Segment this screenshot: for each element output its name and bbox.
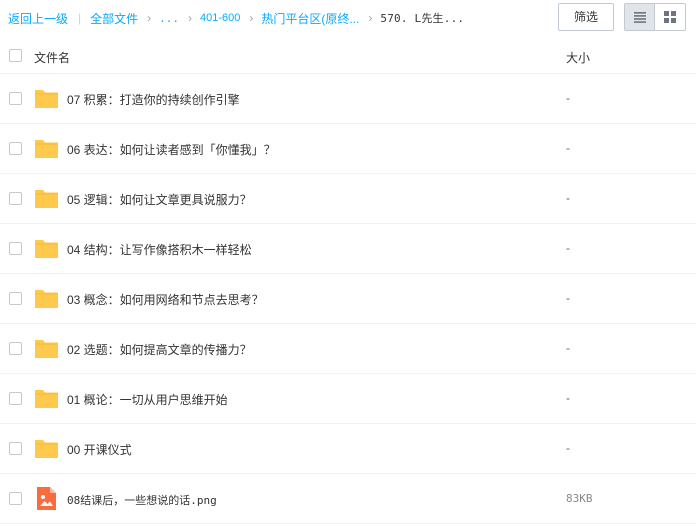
column-header-size[interactable]: 大小: [566, 49, 590, 66]
folder-icon: [35, 90, 58, 108]
chevron-right-icon: ›: [249, 11, 254, 25]
file-row[interactable]: 01 概论：一切从用户思维开始 -: [0, 374, 696, 424]
grid-view-icon: [664, 11, 676, 23]
row-checkbox[interactable]: [9, 492, 22, 505]
row-checkbox[interactable]: [9, 292, 22, 305]
breadcrumb-all-files[interactable]: 全部文件: [90, 10, 138, 27]
list-view-button[interactable]: [625, 4, 655, 30]
file-row[interactable]: 04 结构：让写作像搭积木一样轻松 -: [0, 224, 696, 274]
file-size: -: [566, 391, 570, 405]
file-name[interactable]: 06 表达：如何让读者感到「你懂我」？: [67, 141, 276, 158]
image-file-icon: [37, 487, 56, 510]
file-name[interactable]: 00 开课仪式: [67, 441, 132, 458]
breadcrumb: 返回上一级 | 全部文件 › ... › 401-600 › 热门平台区(原终.…: [8, 10, 464, 26]
folder-icon: [35, 190, 58, 208]
row-checkbox[interactable]: [9, 242, 22, 255]
row-checkbox[interactable]: [9, 92, 22, 105]
file-row[interactable]: 07 积累：打造你的持续创作引擎 -: [0, 74, 696, 124]
top-toolbar: 返回上一级 | 全部文件 › ... › 401-600 › 热门平台区(原终.…: [0, 0, 696, 38]
folder-icon: [35, 240, 58, 258]
file-name[interactable]: 08结课后，一些想说的话.png: [67, 492, 217, 508]
breadcrumb-separator: |: [78, 11, 82, 25]
file-size: -: [566, 91, 570, 105]
folder-icon: [35, 340, 58, 358]
file-size: -: [566, 341, 570, 355]
folder-icon: [35, 290, 58, 308]
file-list: 07 积累：打造你的持续创作引擎 -06 表达：如何让读者感到「你懂我」？ -05 …: [0, 74, 696, 524]
file-row[interactable]: 02 选题：如何提高文章的传播力？ -: [0, 324, 696, 374]
row-checkbox[interactable]: [9, 142, 22, 155]
file-row[interactable]: 06 表达：如何让读者感到「你懂我」？ -: [0, 124, 696, 174]
file-size: -: [566, 191, 570, 205]
filter-button[interactable]: 筛选: [558, 3, 614, 31]
chevron-right-icon: ›: [188, 11, 193, 25]
folder-icon: [35, 440, 58, 458]
file-size: -: [566, 441, 570, 455]
column-header-name[interactable]: 文件名: [34, 49, 70, 66]
file-row[interactable]: 05 逻辑：如何让文章更具说服力？ -: [0, 174, 696, 224]
file-size: -: [566, 291, 570, 305]
grid-view-button[interactable]: [655, 4, 685, 30]
file-size: -: [566, 141, 570, 155]
table-header: 文件名 大小: [0, 38, 696, 74]
list-view-icon: [633, 11, 646, 23]
file-size: 83KB: [566, 492, 593, 505]
file-row[interactable]: 03 概念：如何用网络和节点去思考？ -: [0, 274, 696, 324]
breadcrumb-item-401-600[interactable]: 401-600: [200, 12, 240, 24]
folder-icon: [35, 140, 58, 158]
chevron-right-icon: ›: [147, 11, 152, 25]
back-link[interactable]: 返回上一级: [8, 10, 68, 27]
row-checkbox[interactable]: [9, 442, 22, 455]
breadcrumb-current: 570. L先生...: [380, 12, 465, 25]
row-checkbox[interactable]: [9, 342, 22, 355]
folder-icon: [35, 390, 58, 408]
file-size: -: [566, 241, 570, 255]
file-name[interactable]: 03 概念：如何用网络和节点去思考？: [67, 291, 264, 308]
file-name[interactable]: 04 结构：让写作像搭积木一样轻松: [67, 241, 252, 258]
row-checkbox[interactable]: [9, 392, 22, 405]
file-name[interactable]: 02 选题：如何提高文章的传播力？: [67, 341, 252, 358]
file-row[interactable]: 08结课后，一些想说的话.png 83KB: [0, 474, 696, 524]
breadcrumb-item-ellipsis[interactable]: ...: [159, 12, 179, 25]
view-toggle: [624, 3, 686, 31]
row-checkbox[interactable]: [9, 192, 22, 205]
breadcrumb-item-platform[interactable]: 热门平台区(原终...: [261, 10, 359, 27]
file-name[interactable]: 05 逻辑：如何让文章更具说服力？: [67, 191, 252, 208]
select-all-checkbox[interactable]: [9, 49, 22, 62]
chevron-right-icon: ›: [368, 11, 373, 25]
file-name[interactable]: 01 概论：一切从用户思维开始: [67, 391, 228, 408]
file-name[interactable]: 07 积累：打造你的持续创作引擎: [67, 91, 240, 108]
file-row[interactable]: 00 开课仪式 -: [0, 424, 696, 474]
